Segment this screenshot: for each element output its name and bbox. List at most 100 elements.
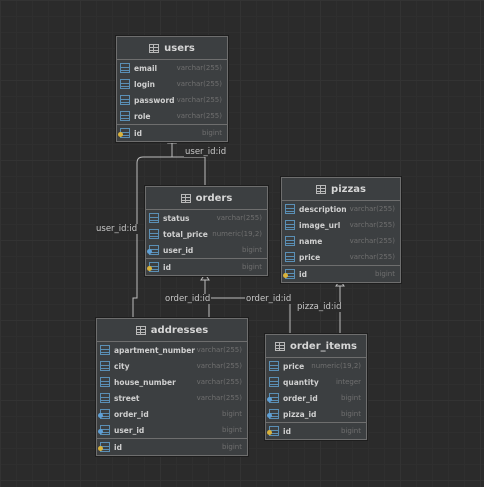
column-type: bigint: [341, 410, 361, 418]
column-name: price: [299, 252, 321, 262]
column-row[interactable]: total_price numeric(19,2): [146, 226, 267, 242]
foreign-key-icon: [98, 409, 110, 419]
table-icon: [316, 184, 327, 194]
column-row[interactable]: login varchar(255): [117, 76, 227, 92]
table-header[interactable]: users: [117, 37, 227, 60]
column-name: login: [134, 79, 156, 89]
column-row[interactable]: email varchar(255): [117, 60, 227, 76]
column-name: price: [283, 361, 305, 371]
edge-label-order-items-pizzas: pizza_id:id: [296, 302, 343, 312]
column-row[interactable]: id bigint: [282, 265, 400, 282]
column-type: varchar(255): [196, 346, 242, 354]
column-row[interactable]: user_id bigint: [146, 242, 267, 258]
table-users[interactable]: users email varchar(255) login varchar(255) p…: [116, 36, 228, 142]
column-type: integer: [335, 378, 361, 386]
table-pizzas[interactable]: pizzas description varchar(255) image_url va…: [281, 177, 401, 283]
column-icon: [269, 377, 279, 387]
column-row[interactable]: id bigint: [97, 438, 247, 455]
column-type: bigint: [222, 426, 242, 434]
column-row[interactable]: image_url varchar(255): [282, 217, 400, 233]
column-type: varchar(255): [349, 205, 395, 213]
column-type: bigint: [222, 410, 242, 418]
column-row[interactable]: quantity integer: [266, 374, 366, 390]
column-name: id: [283, 426, 291, 436]
column-type: numeric(19,2): [212, 230, 262, 238]
table-icon: [180, 193, 191, 203]
column-icon: [149, 213, 159, 223]
column-type: varchar(255): [196, 394, 242, 402]
column-row[interactable]: id bigint: [146, 258, 267, 275]
table-addresses[interactable]: addresses apartment_number varchar(255) cit…: [96, 318, 248, 456]
column-icon: [285, 204, 295, 214]
table-title: users: [164, 42, 195, 54]
column-row[interactable]: apartment_number varchar(255): [97, 342, 247, 358]
column-icon: [269, 361, 279, 371]
column-row[interactable]: user_id bigint: [97, 422, 247, 438]
column-name: role: [134, 111, 151, 121]
column-name: email: [134, 63, 158, 73]
column-name: id: [299, 269, 307, 279]
primary-key-icon: [267, 426, 279, 436]
column-type: varchar(255): [176, 80, 222, 88]
column-type: bigint: [202, 129, 222, 137]
edge-label-order-items-orders: order_id:id: [245, 294, 293, 304]
column-row[interactable]: pizza_id bigint: [266, 406, 366, 422]
edge-label-addresses-users: user_id:id: [95, 224, 139, 234]
primary-key-icon: [118, 128, 130, 138]
column-type: varchar(255): [196, 378, 242, 386]
table-header[interactable]: addresses: [97, 319, 247, 342]
column-row[interactable]: order_id bigint: [266, 390, 366, 406]
primary-key-icon: [147, 262, 159, 272]
column-row[interactable]: description varchar(255): [282, 201, 400, 217]
table-icon: [135, 325, 146, 335]
column-icon: [100, 393, 110, 403]
column-row[interactable]: house_number varchar(255): [97, 374, 247, 390]
foreign-key-icon: [267, 393, 279, 403]
column-name: quantity: [283, 377, 319, 387]
foreign-key-icon: [267, 409, 279, 419]
column-icon: [100, 377, 110, 387]
column-row[interactable]: city varchar(255): [97, 358, 247, 374]
column-row[interactable]: password varchar(255): [117, 92, 227, 108]
foreign-key-icon: [147, 245, 159, 255]
column-name: id: [163, 262, 171, 272]
edge-label-addresses-orders: order_id:id: [164, 294, 212, 304]
column-row[interactable]: role varchar(255): [117, 108, 227, 124]
column-name: total_price: [163, 229, 208, 239]
column-type: varchar(255): [349, 253, 395, 261]
column-type: varchar(255): [176, 112, 222, 120]
column-name: name: [299, 236, 323, 246]
column-type: varchar(255): [176, 96, 222, 104]
column-row[interactable]: street varchar(255): [97, 390, 247, 406]
table-title: addresses: [150, 324, 209, 336]
column-type: bigint: [242, 246, 262, 254]
column-name: user_id: [114, 425, 145, 435]
column-type: bigint: [375, 270, 395, 278]
column-name: street: [114, 393, 140, 403]
column-name: pizza_id: [283, 409, 317, 419]
column-name: city: [114, 361, 130, 371]
edge-label-orders-users: user_id:id: [184, 147, 228, 157]
column-row[interactable]: name varchar(255): [282, 233, 400, 249]
column-icon: [100, 361, 110, 371]
column-type: varchar(255): [349, 237, 395, 245]
column-name: order_id: [114, 409, 149, 419]
column-row[interactable]: id bigint: [117, 124, 227, 141]
table-title: pizzas: [331, 183, 366, 195]
column-name: password: [134, 95, 175, 105]
column-name: user_id: [163, 245, 194, 255]
table-order-items[interactable]: order_items price numeric(19,2) quantity int…: [265, 334, 367, 440]
column-row[interactable]: order_id bigint: [97, 406, 247, 422]
column-row[interactable]: status varchar(255): [146, 210, 267, 226]
column-type: varchar(255): [196, 362, 242, 370]
column-row[interactable]: price varchar(255): [282, 249, 400, 265]
column-type: bigint: [341, 394, 361, 402]
table-header[interactable]: orders: [146, 187, 267, 210]
table-header[interactable]: pizzas: [282, 178, 400, 201]
table-title: orders: [195, 192, 233, 204]
column-row[interactable]: price numeric(19,2): [266, 358, 366, 374]
table-orders[interactable]: orders status varchar(255) total_price numer…: [145, 186, 268, 276]
column-row[interactable]: id bigint: [266, 422, 366, 439]
table-header[interactable]: order_items: [266, 335, 366, 358]
column-icon: [149, 229, 159, 239]
